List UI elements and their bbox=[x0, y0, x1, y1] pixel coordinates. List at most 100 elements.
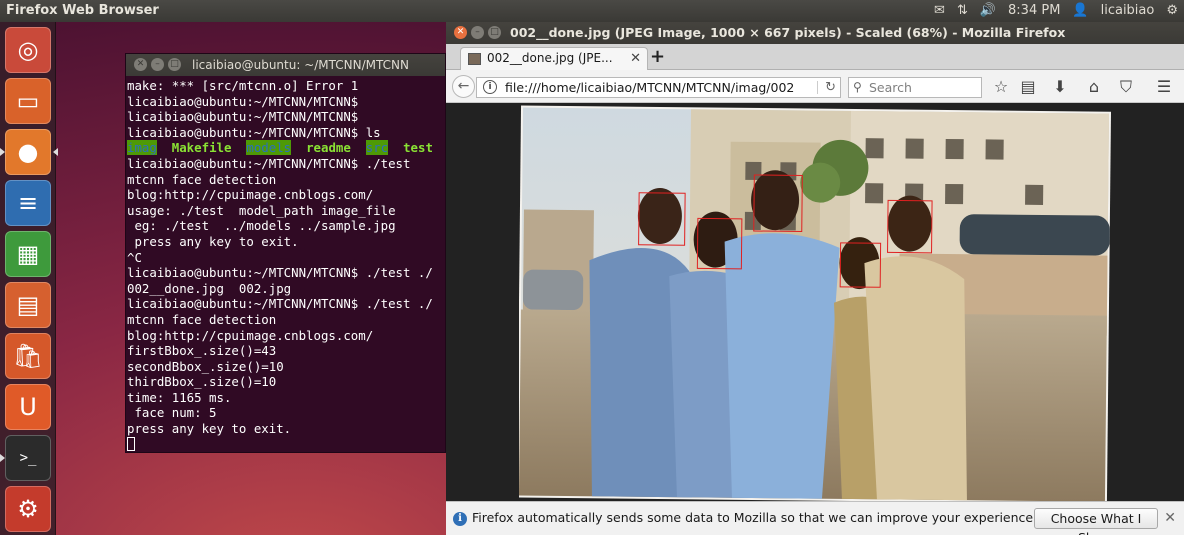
ls-entry: models bbox=[246, 140, 292, 156]
new-tab-icon[interactable]: + bbox=[650, 46, 665, 67]
launcher-ubuntu-dash[interactable]: ◎ bbox=[5, 27, 51, 73]
terminal-cursor bbox=[127, 436, 135, 451]
terminal-icon: >_ bbox=[19, 450, 37, 466]
terminal-line: make: *** [src/mtcnn.o] Error 1 bbox=[127, 78, 359, 93]
terminal-output[interactable]: make: *** [src/mtcnn.o] Error 1 licaibiao… bbox=[126, 76, 445, 452]
firefox-window-title: 002__done.jpg (JPEG Image, 1000 × 667 pi… bbox=[510, 25, 1066, 40]
terminal-line: ^C bbox=[127, 249, 142, 265]
tab-image[interactable]: 002__done.jpg (JPE... ✕ bbox=[460, 47, 648, 70]
minimize-icon[interactable]: – bbox=[151, 58, 164, 71]
ubuntu-dash-icon: ◎ bbox=[17, 36, 39, 64]
url-separator bbox=[817, 81, 818, 94]
terminal-line: secondBbox_.size()=10 bbox=[127, 358, 284, 374]
terminal-line: usage: ./test model_path image_file bbox=[127, 202, 396, 218]
running-indicator bbox=[0, 148, 5, 156]
menu-hamburger-icon[interactable]: ☰ bbox=[1154, 77, 1174, 96]
launcher-terminal[interactable]: >_ bbox=[0, 435, 51, 481]
terminal-line: licaibiao@ubuntu:~/MTCNN/MTCNN$ bbox=[127, 93, 359, 109]
workspace-switcher-icon: ⚙ bbox=[17, 495, 39, 523]
close-icon[interactable]: ✕ bbox=[134, 58, 147, 71]
tab-strip: 002__done.jpg (JPE... ✕ + bbox=[446, 44, 1184, 70]
info-icon: i bbox=[453, 512, 467, 526]
launcher-libreoffice-writer[interactable]: ≡ bbox=[5, 180, 51, 226]
volume-icon[interactable]: 🔊 bbox=[980, 3, 996, 18]
terminal-line: face num: 5 bbox=[127, 405, 217, 421]
close-notification-icon[interactable]: ✕ bbox=[1164, 502, 1176, 534]
close-icon[interactable]: ✕ bbox=[454, 26, 467, 39]
terminal-line: eg: ./test ../models ../sample.jpg bbox=[127, 218, 396, 234]
terminal-line: licaibiao@ubuntu:~/MTCNN/MTCNN$ ./test bbox=[127, 155, 411, 171]
close-tab-icon[interactable]: ✕ bbox=[630, 48, 641, 69]
ls-entry: imag bbox=[127, 140, 157, 156]
reload-icon[interactable]: ↻ bbox=[825, 78, 836, 97]
terminal-line: press any key to exit. bbox=[127, 421, 292, 437]
terminal-line: press any key to exit. bbox=[127, 233, 299, 249]
choose-what-i-share-button[interactable]: Choose What I Share bbox=[1034, 508, 1158, 535]
launcher-firefox[interactable]: ● bbox=[0, 129, 58, 175]
launcher-workspace-switcher[interactable]: ⚙ bbox=[5, 486, 51, 532]
ubuntu-one-icon: U bbox=[19, 393, 37, 421]
active-app-title: Firefox Web Browser bbox=[6, 3, 159, 18]
launcher-ubuntu-one[interactable]: U bbox=[5, 384, 51, 430]
launcher: ◎ ▭ ● ≡ ▦ ▤ 🛍 U >_ ⚙ bbox=[0, 22, 58, 535]
search-icon: ⚲ bbox=[853, 80, 862, 94]
search-input[interactable]: ⚲ Search bbox=[848, 77, 982, 98]
url-text: file:///home/licaibiao/MTCNN/MTCNN/imag/… bbox=[505, 80, 795, 95]
terminal-cursor-line[interactable] bbox=[127, 436, 444, 452]
terminal-line: time: 1165 ms. bbox=[127, 389, 232, 405]
ls-entry: readme bbox=[306, 140, 351, 156]
libreoffice-writer-icon: ≡ bbox=[17, 189, 39, 217]
maximize-icon[interactable]: □ bbox=[168, 58, 181, 71]
home-icon[interactable]: ⌂ bbox=[1084, 77, 1104, 96]
libreoffice-impress-icon: ▤ bbox=[16, 291, 40, 319]
terminal-line: blog:http://cpuimage.cnblogs.com/ bbox=[127, 327, 374, 343]
tab-label: 002__done.jpg (JPE... bbox=[487, 51, 613, 65]
notification-message: Firefox automatically sends some data to… bbox=[472, 510, 1038, 525]
url-bar[interactable]: i file:///home/licaibiao/MTCNN/MTCNN/ima… bbox=[476, 77, 841, 98]
software-center-icon: 🛍 bbox=[12, 342, 44, 370]
firefox-icon: ● bbox=[17, 138, 39, 166]
top-panel: Firefox Web Browser ✉ ⇅ 🔊 8:34 PM 👤 lica… bbox=[0, 0, 1184, 22]
terminal-line: mtcnn face detection bbox=[127, 171, 277, 187]
launcher-libreoffice-impress[interactable]: ▤ bbox=[5, 282, 51, 328]
clock[interactable]: 8:34 PM bbox=[1008, 3, 1060, 18]
firefox-window[interactable]: ✕ – □ 002__done.jpg (JPEG Image, 1000 × … bbox=[446, 22, 1184, 535]
terminal-window[interactable]: ✕ – □ licaibiao@ubuntu: ~/MTCNN/MTCNN ma… bbox=[125, 53, 446, 453]
detected-faces-photo bbox=[519, 105, 1112, 501]
gear-icon[interactable]: ⚙ bbox=[1166, 3, 1178, 18]
info-icon[interactable]: i bbox=[483, 80, 497, 94]
ls-entry: test bbox=[403, 140, 433, 156]
pocket-icon[interactable]: ⛉ bbox=[1116, 77, 1136, 97]
bookmark-star-icon[interactable]: ☆ bbox=[991, 77, 1011, 96]
launcher-software-center[interactable]: 🛍 bbox=[5, 333, 51, 379]
ls-entry: src bbox=[365, 140, 389, 156]
download-arrow-icon[interactable]: ⬇ bbox=[1050, 77, 1070, 96]
terminal-line: licaibiao@ubuntu:~/MTCNN/MTCNN$ bbox=[127, 109, 359, 125]
terminal-line: thirdBbox_.size()=10 bbox=[127, 374, 277, 390]
libreoffice-calc-icon: ▦ bbox=[16, 240, 40, 268]
back-arrow-icon[interactable]: ← bbox=[452, 75, 475, 98]
maximize-icon[interactable]: □ bbox=[488, 26, 501, 39]
user-icon[interactable]: 👤 bbox=[1072, 3, 1088, 18]
terminal-line: blog:http://cpuimage.cnblogs.com/ bbox=[127, 187, 374, 203]
image-favicon-icon bbox=[468, 53, 481, 65]
mail-icon[interactable]: ✉ bbox=[934, 3, 945, 18]
terminal-line: 002__done.jpg 002.jpg bbox=[127, 280, 292, 296]
notification-bar: i Firefox automatically sends some data … bbox=[446, 501, 1184, 535]
terminal-title: licaibiao@ubuntu: ~/MTCNN/MTCNN bbox=[192, 58, 409, 72]
terminal-line: licaibiao@ubuntu:~/MTCNN/MTCNN$ ls bbox=[127, 124, 381, 140]
terminal-line: mtcnn face detection bbox=[127, 311, 277, 327]
running-indicator bbox=[0, 454, 5, 462]
focused-indicator bbox=[53, 148, 58, 156]
network-arrows-icon[interactable]: ⇅ bbox=[957, 3, 968, 18]
launcher-libreoffice-calc[interactable]: ▦ bbox=[5, 231, 51, 277]
reading-list-icon[interactable]: ▤ bbox=[1018, 77, 1038, 96]
search-placeholder: Search bbox=[869, 80, 912, 95]
launcher-files[interactable]: ▭ bbox=[5, 78, 51, 124]
page-content[interactable] bbox=[446, 103, 1184, 501]
terminal-line: imag Makefile models readme src test bbox=[127, 140, 444, 156]
terminal-titlebar[interactable]: ✕ – □ licaibiao@ubuntu: ~/MTCNN/MTCNN bbox=[126, 54, 445, 76]
firefox-titlebar[interactable]: ✕ – □ 002__done.jpg (JPEG Image, 1000 × … bbox=[446, 22, 1184, 44]
minimize-icon[interactable]: – bbox=[471, 26, 484, 39]
user-name[interactable]: licaibiao bbox=[1101, 3, 1155, 18]
